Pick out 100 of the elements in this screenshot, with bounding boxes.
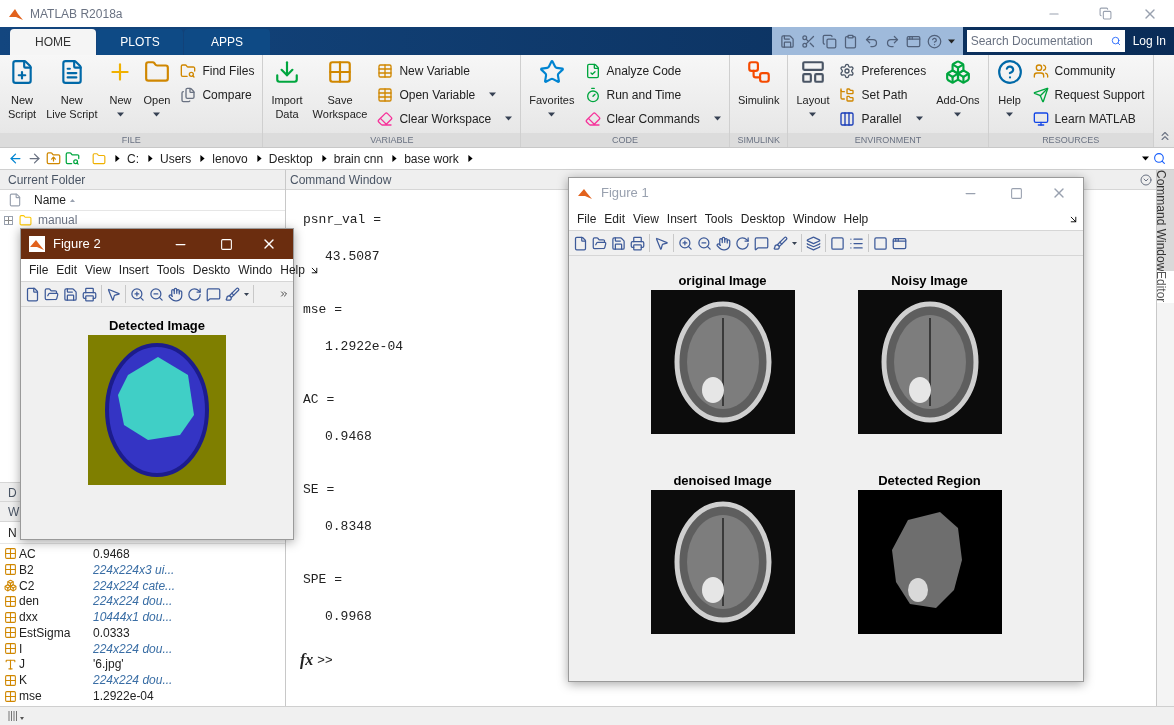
ribbon-button[interactable]: Set Path bbox=[839, 85, 927, 104]
search-icon[interactable] bbox=[1153, 152, 1166, 165]
login-link[interactable]: Log In bbox=[1124, 32, 1174, 50]
redo-icon[interactable] bbox=[884, 33, 900, 49]
ribbon-button[interactable]: New bbox=[103, 59, 138, 133]
undo-icon[interactable] bbox=[863, 33, 879, 49]
menu-item[interactable]: View bbox=[629, 210, 663, 228]
data-tip-icon[interactable] bbox=[754, 235, 769, 251]
ribbon-button[interactable]: Compare bbox=[180, 85, 255, 104]
ribbon-button[interactable]: Clear Workspace bbox=[377, 109, 513, 128]
ribbon-button[interactable]: Preferences bbox=[839, 61, 927, 80]
window-icon[interactable] bbox=[892, 235, 907, 251]
folder-row[interactable]: manual bbox=[0, 211, 285, 229]
menu-item[interactable]: Insert bbox=[662, 210, 701, 228]
side-tab[interactable]: Command Window bbox=[1157, 170, 1174, 272]
zoom-out-icon[interactable] bbox=[697, 235, 712, 251]
command-prompt[interactable]: >> bbox=[317, 650, 333, 670]
print-icon[interactable] bbox=[82, 286, 97, 302]
pointer-icon[interactable] bbox=[654, 235, 669, 251]
path-segment[interactable]: lenovo bbox=[212, 149, 248, 168]
back-icon[interactable] bbox=[8, 151, 23, 166]
overflow-icon[interactable] bbox=[279, 289, 289, 299]
copy-icon[interactable] bbox=[821, 33, 837, 49]
ribbon-button[interactable]: New Live Script bbox=[42, 59, 102, 133]
ribbon-button[interactable]: Layout bbox=[792, 59, 834, 133]
ribbon-button[interactable]: Learn MATLAB bbox=[1032, 109, 1145, 128]
menu-item[interactable]: Help bbox=[839, 210, 873, 228]
print-icon[interactable] bbox=[630, 235, 645, 251]
menu-item[interactable]: Edit bbox=[52, 261, 82, 279]
path-segment[interactable]: brain cnn bbox=[333, 149, 384, 168]
menu-item[interactable]: Help bbox=[276, 261, 309, 279]
data-tip-icon[interactable] bbox=[206, 286, 221, 302]
path-segment[interactable]: Desktop bbox=[268, 149, 313, 168]
ribbon-button[interactable]: Save Workspace bbox=[308, 59, 372, 133]
ribbon-button[interactable]: Run and Time bbox=[584, 85, 721, 104]
ribbon-tab[interactable]: PLOTS bbox=[97, 29, 183, 55]
ribbon-button[interactable]: New Script bbox=[4, 59, 41, 133]
brush-icon[interactable] bbox=[225, 286, 240, 302]
path-segment[interactable]: base work bbox=[404, 149, 459, 168]
ribbon-button[interactable]: Simulink bbox=[733, 59, 784, 133]
ribbon-tab[interactable]: HOME bbox=[10, 29, 96, 55]
ribbon-button[interactable]: Favorites bbox=[525, 59, 579, 133]
zoom-in-icon[interactable] bbox=[678, 235, 693, 251]
zoom-out-icon[interactable] bbox=[149, 286, 164, 302]
ribbon-button[interactable]: Find Files bbox=[180, 61, 255, 80]
new-file-icon[interactable] bbox=[25, 286, 40, 302]
pan-icon[interactable] bbox=[716, 235, 731, 251]
legend-icon[interactable] bbox=[849, 235, 864, 251]
menu-item[interactable]: Tools bbox=[700, 210, 737, 228]
search-field[interactable]: Search Documentation bbox=[966, 30, 1107, 52]
menu-item[interactable]: View bbox=[81, 261, 115, 279]
save-icon[interactable] bbox=[63, 286, 78, 302]
paste-icon[interactable] bbox=[842, 33, 858, 49]
menu-item[interactable]: Insert bbox=[114, 261, 153, 279]
ribbon-button[interactable]: Help bbox=[992, 59, 1027, 133]
brush-icon[interactable] bbox=[773, 235, 788, 251]
window-icon[interactable] bbox=[905, 33, 921, 49]
save-icon[interactable] bbox=[611, 235, 626, 251]
menu-item[interactable]: Desktop bbox=[736, 210, 789, 228]
ribbon-button[interactable]: Request Support bbox=[1032, 85, 1145, 104]
folder-icon[interactable] bbox=[592, 235, 607, 251]
ribbon-button[interactable]: Add-Ons bbox=[932, 59, 984, 133]
folder-search-icon[interactable] bbox=[65, 151, 80, 166]
menu-item[interactable]: Windo bbox=[234, 261, 277, 279]
cut-icon[interactable] bbox=[800, 33, 816, 49]
menu-item[interactable]: Deskto bbox=[188, 261, 235, 279]
menu-item[interactable]: Tools bbox=[152, 261, 189, 279]
forward-icon[interactable] bbox=[27, 151, 42, 166]
restore-icon[interactable] bbox=[1099, 7, 1112, 20]
help-icon[interactable] bbox=[926, 33, 942, 49]
panel-menu-icon[interactable] bbox=[1140, 173, 1152, 186]
path-segment[interactable]: Users bbox=[160, 149, 192, 168]
rotate-icon[interactable] bbox=[735, 235, 750, 251]
path-segment[interactable]: C: bbox=[127, 149, 139, 168]
ribbon-button[interactable]: Import Data bbox=[267, 59, 307, 133]
square-icon[interactable] bbox=[873, 235, 888, 251]
save-icon[interactable] bbox=[779, 33, 795, 49]
menu-item[interactable]: File bbox=[573, 210, 601, 228]
menu-item[interactable]: File bbox=[25, 261, 53, 279]
column-header[interactable]: N bbox=[8, 523, 17, 542]
grip-icon[interactable] bbox=[8, 710, 26, 722]
column-header[interactable]: Name bbox=[34, 191, 75, 209]
ribbon-button[interactable]: Open Variable bbox=[377, 85, 513, 104]
pan-icon[interactable] bbox=[168, 286, 183, 302]
ribbon-button[interactable]: Community bbox=[1032, 61, 1145, 80]
function-browser-icon[interactable]: fx bbox=[300, 648, 314, 672]
ribbon-button[interactable]: Analyze Code bbox=[584, 61, 721, 80]
side-tab[interactable]: Editor bbox=[1157, 271, 1174, 303]
ribbon-button[interactable]: New Variable bbox=[377, 61, 513, 80]
expand-toggle[interactable] bbox=[4, 215, 13, 225]
menu-item[interactable]: Edit bbox=[600, 210, 630, 228]
folder-icon[interactable] bbox=[44, 286, 59, 302]
menu-item[interactable]: Window bbox=[788, 210, 840, 228]
pointer-icon[interactable] bbox=[106, 286, 121, 302]
ribbon-button[interactable]: Parallel bbox=[839, 109, 927, 128]
ribbon-button[interactable]: Open bbox=[139, 59, 175, 133]
ribbon-tab[interactable]: APPS bbox=[184, 29, 270, 55]
ribbon-button[interactable]: Clear Commands bbox=[584, 109, 721, 128]
rotate-icon[interactable] bbox=[187, 286, 202, 302]
folder-up-icon[interactable] bbox=[46, 151, 61, 166]
